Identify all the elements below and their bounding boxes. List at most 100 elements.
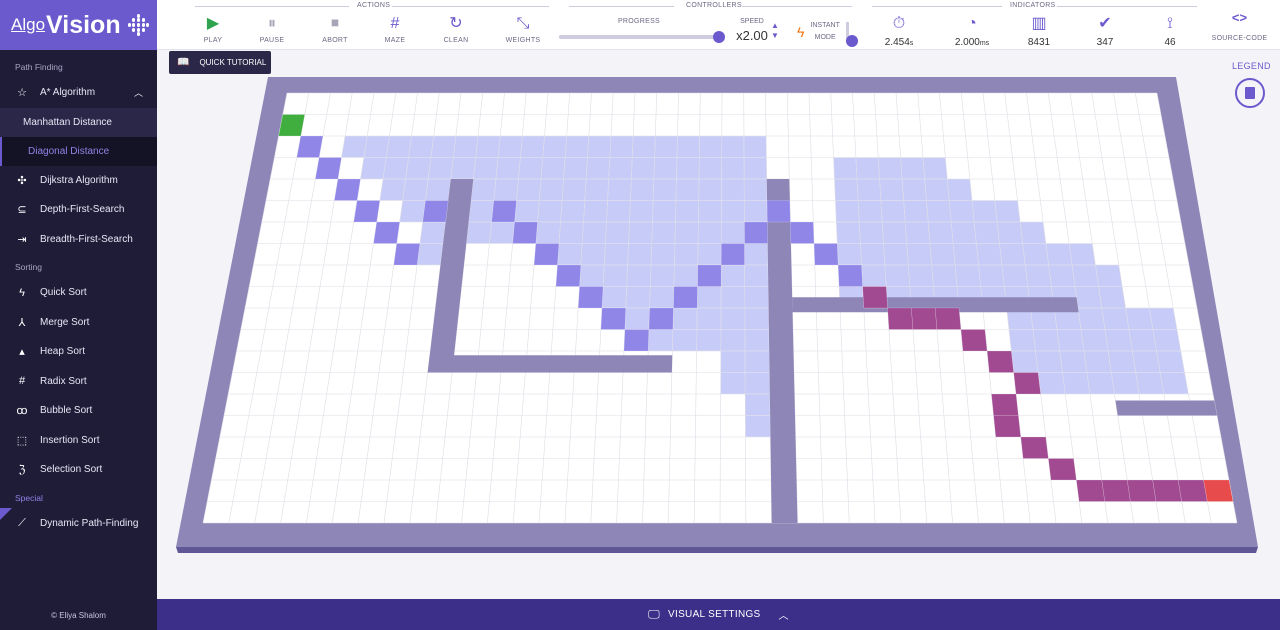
sidebar-item-bfs[interactable]: ⇥ Breadth-First-Search [0,225,157,255]
legend-button[interactable] [1235,78,1265,108]
speed-up-icon[interactable]: ▲ [771,21,779,31]
visited-cell[interactable] [606,200,631,223]
visited-cell[interactable] [721,221,745,244]
weights-button[interactable]: ⤡ WEIGHTS [498,15,548,44]
visited-cell[interactable] [468,200,495,223]
visited-cell[interactable] [430,135,457,158]
visited-cell[interactable] [973,221,1000,244]
visited-cell[interactable] [654,135,678,158]
visited-cell[interactable] [859,221,884,244]
visited-cell[interactable] [996,221,1023,244]
visited-cell[interactable] [720,372,746,395]
visited-cell[interactable] [563,157,588,180]
visited-cell[interactable] [405,157,432,180]
sidebar-item-dfs[interactable]: ⊆ Depth-First-Search [0,195,157,225]
visited-cell[interactable] [399,200,426,223]
visited-cell[interactable] [539,178,564,201]
visited-cell[interactable] [1001,264,1029,287]
end-node[interactable] [1203,479,1234,502]
visited-cell[interactable] [952,243,979,266]
progress-slider[interactable] [559,31,725,43]
visited-cell[interactable] [971,200,998,223]
visited-cell[interactable] [1083,350,1112,373]
path-cell[interactable] [887,307,914,330]
visited-cell[interactable] [537,200,563,223]
visited-cell[interactable] [900,157,926,180]
visited-cell[interactable] [699,135,723,158]
visited-cell[interactable] [1035,350,1063,373]
visited-cell[interactable] [744,393,771,416]
frontier-cell[interactable] [296,135,324,158]
visited-cell[interactable] [860,243,886,266]
clean-button[interactable]: ↻ CLEAN [431,15,481,44]
visited-cell[interactable] [450,157,476,180]
visited-cell[interactable] [1008,329,1036,352]
visited-cell[interactable] [602,264,628,287]
sidebar-item-bubble-sort[interactable]: ꝏ Bubble Sort [0,396,157,426]
visited-cell[interactable] [906,243,932,266]
visited-cell[interactable] [408,135,435,158]
path-cell[interactable] [1013,372,1041,395]
path-cell[interactable] [1126,479,1157,502]
visited-cell[interactable] [744,264,769,287]
visited-cell[interactable] [652,200,677,223]
visited-cell[interactable] [489,221,515,244]
visited-cell[interactable] [465,221,492,244]
frontier-cell[interactable] [600,307,627,330]
visited-cell[interactable] [516,178,542,201]
visited-cell[interactable] [675,200,699,223]
play-button[interactable]: ▶ PLAY [188,15,238,44]
visited-cell[interactable] [557,243,583,266]
visited-cell[interactable] [833,157,858,180]
visited-cell[interactable] [629,200,654,223]
visited-cell[interactable] [608,157,633,180]
visited-cell[interactable] [627,243,653,266]
visited-cell[interactable] [856,178,882,201]
visited-cell[interactable] [379,178,406,201]
frontier-cell[interactable] [813,243,839,266]
visited-cell[interactable] [672,329,698,352]
visited-cell[interactable] [950,221,977,244]
visited-cell[interactable] [385,135,412,158]
visited-cell[interactable] [1024,264,1052,287]
visited-cell[interactable] [1074,286,1103,309]
visited-cell[interactable] [560,200,586,223]
visited-cell[interactable] [744,200,768,223]
visited-cell[interactable] [564,135,590,158]
visited-cell[interactable] [883,243,909,266]
visited-cell[interactable] [558,221,584,244]
visited-cell[interactable] [419,221,446,244]
visited-cell[interactable] [631,157,655,180]
visited-cell[interactable] [1059,350,1088,373]
start-node[interactable] [278,114,306,137]
abort-button[interactable]: ⏹ ABORT [310,15,360,44]
visited-cell[interactable] [495,157,521,180]
frontier-cell[interactable] [837,264,863,287]
visited-cell[interactable] [520,135,545,158]
frontier-cell[interactable] [533,243,560,266]
visited-cell[interactable] [744,307,770,330]
visited-cell[interactable] [881,221,908,244]
visited-cell[interactable] [425,178,452,201]
visited-cell[interactable] [607,178,632,201]
visited-cell[interactable] [929,243,956,266]
visited-cell[interactable] [1125,307,1154,330]
visited-cell[interactable] [931,264,958,287]
maze-button[interactable]: # MAZE [370,15,420,44]
path-cell[interactable] [960,329,988,352]
visited-cell[interactable] [1086,372,1115,395]
visited-cell[interactable] [579,264,605,287]
visited-cell[interactable] [835,200,860,223]
visited-cell[interactable] [697,243,722,266]
visited-cell[interactable] [904,221,931,244]
visited-cell[interactable] [601,286,627,309]
chevron-up-icon[interactable]: ︿ [779,607,789,622]
visited-cell[interactable] [720,350,746,373]
sidebar-item-dynamic-path-finding[interactable]: ⟋ Dynamic Path-Finding [0,507,157,539]
visited-cell[interactable] [609,135,634,158]
visited-cell[interactable] [744,350,770,373]
frontier-cell[interactable] [720,243,745,266]
path-cell[interactable] [1101,479,1131,502]
visited-cell[interactable] [903,200,929,223]
visited-cell[interactable] [651,221,676,244]
